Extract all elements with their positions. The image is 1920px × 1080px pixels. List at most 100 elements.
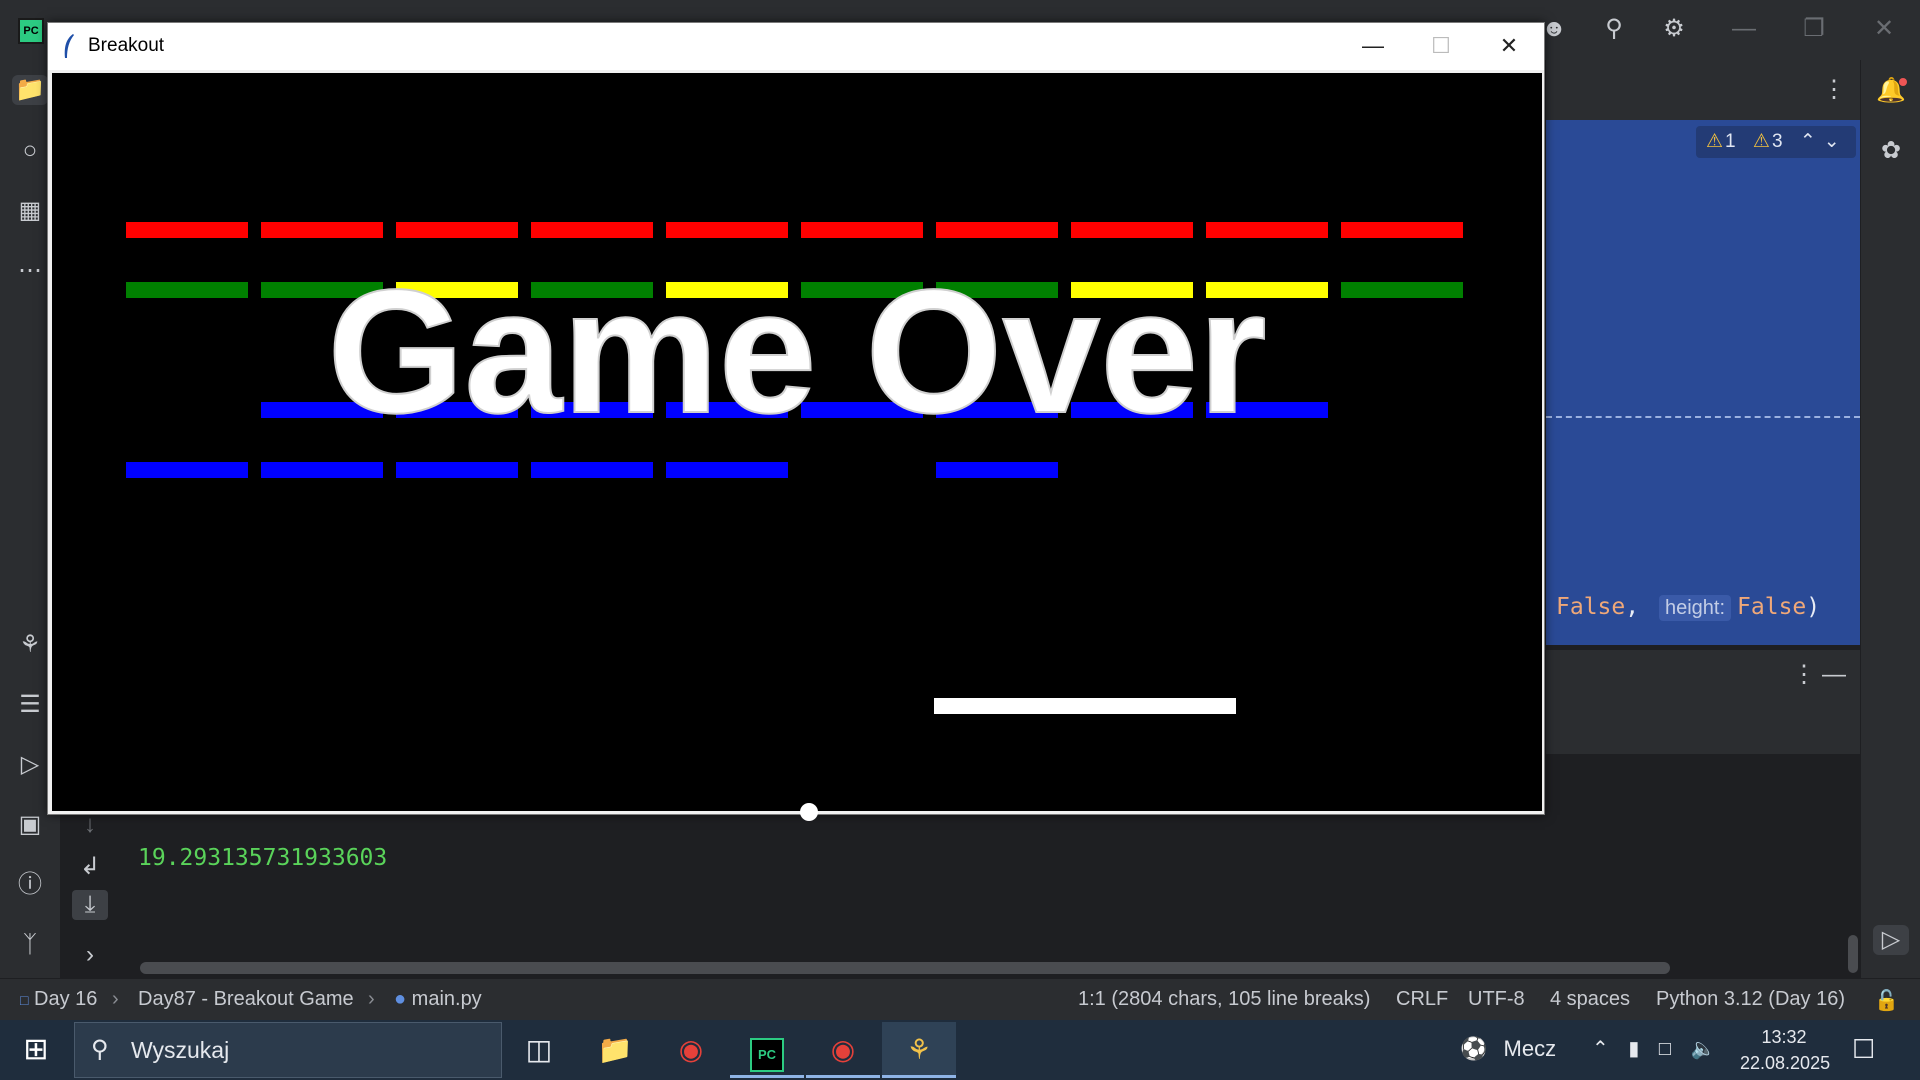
breadcrumb-project[interactable]: □ Day 16 — [20, 988, 97, 1011]
editor-line-separator — [1546, 416, 1860, 418]
weather-widget[interactable]: ⚽ Mecz — [1460, 1036, 1556, 1062]
indent-setting[interactable]: 4 spaces — [1550, 988, 1630, 1011]
error-icon: ⚠ — [1706, 131, 1724, 152]
structure-icon[interactable]: ▦ — [12, 196, 48, 226]
scroll-to-end-icon[interactable]: ⤓ — [72, 890, 108, 920]
brick — [1206, 222, 1328, 238]
tabs-more-icon[interactable]: ⋮ — [1816, 75, 1852, 105]
editor-tab-strip: ⋮ — [1546, 60, 1860, 120]
ide-right-toolbar: 🔔 ✿ ▷ — [1860, 60, 1920, 978]
search-icon[interactable]: ⚲ — [1596, 14, 1632, 44]
paddle[interactable] — [934, 698, 1236, 714]
project-folder-icon[interactable]: 📁 — [12, 75, 48, 105]
python-interpreter[interactable]: Python 3.12 (Day 16) — [1656, 988, 1845, 1011]
python-console-icon[interactable]: ⚘ — [12, 630, 48, 660]
ide-restore-icon[interactable]: ❐ — [1796, 14, 1832, 44]
pycharm-taskbar-icon[interactable]: PC — [730, 1022, 804, 1078]
chrome-profile-icon[interactable]: ◉ — [806, 1022, 880, 1078]
commit-icon[interactable]: ○ — [12, 136, 48, 166]
module-icon: □ — [20, 992, 29, 1008]
code-value-1: False — [1556, 594, 1626, 620]
file-encoding[interactable]: UTF-8 — [1468, 988, 1525, 1011]
game-over-text: Game Over — [326, 254, 1267, 450]
terminal-icon[interactable]: ▣ — [12, 810, 48, 840]
brick — [126, 222, 248, 238]
game-canvas[interactable]: Game Over — [52, 73, 1542, 821]
brick — [396, 222, 518, 238]
brick — [666, 222, 788, 238]
pycharm-logo-icon: PC — [18, 18, 44, 44]
tray-chevron-up-icon[interactable]: ⌃ — [1592, 1038, 1609, 1060]
inspection-widget[interactable]: ⚠ 1 ⚠ 3 ⌃ ⌄ — [1696, 126, 1856, 158]
problems-icon[interactable]: ⓘ — [12, 870, 48, 900]
brick — [531, 222, 653, 238]
settings-gear-icon[interactable]: ⚙ — [1656, 14, 1692, 44]
chrome-icon[interactable]: ◉ — [654, 1022, 728, 1078]
ide-minimize-icon[interactable]: — — [1726, 14, 1762, 44]
services-icon[interactable]: ▷ — [12, 750, 48, 780]
chevron-down-icon[interactable]: ⌄ — [1824, 131, 1840, 152]
status-bar: □ Day 16 › Day87 - Breakout Game › ● mai… — [0, 978, 1920, 1021]
brick — [261, 462, 383, 478]
console-output: 19.293135731933603 — [138, 845, 388, 871]
windows-start-icon[interactable]: ⊞ — [14, 1032, 58, 1068]
brick — [1341, 222, 1463, 238]
caret-position[interactable]: 1:1 (2804 chars, 105 line breaks) — [1078, 988, 1370, 1011]
expand-chevron-icon[interactable]: › — [72, 940, 108, 970]
run-tool-window-header: ⋮ — — [1546, 650, 1860, 754]
maximize-button[interactable]: ☐ — [1408, 23, 1474, 70]
editor-area[interactable] — [1546, 120, 1860, 645]
brick — [666, 462, 788, 478]
meet-now-icon[interactable]: □ — [1659, 1038, 1671, 1060]
weather-text: Mecz — [1503, 1036, 1557, 1061]
notification-dot — [1899, 78, 1907, 86]
clock-date: 22.08.2025 — [1740, 1053, 1831, 1073]
soccer-ball-icon: ⚽ — [1460, 1036, 1488, 1061]
hide-panel-icon[interactable]: — — [1816, 660, 1852, 690]
ide-close-icon[interactable]: ✕ — [1866, 14, 1902, 44]
brick — [261, 222, 383, 238]
breadcrumb-file[interactable]: ● main.py — [394, 988, 482, 1011]
brick — [396, 462, 518, 478]
warning-icon: ⚠ — [1752, 131, 1770, 152]
brick — [1071, 222, 1193, 238]
file-explorer-icon[interactable]: 📁 — [578, 1022, 652, 1078]
minimize-button[interactable]: — — [1340, 23, 1406, 70]
battery-icon[interactable]: ▮ — [1628, 1038, 1639, 1060]
layers-icon[interactable]: ☰ — [12, 690, 48, 720]
soft-wrap-icon[interactable]: ↲ — [72, 852, 108, 882]
console-vertical-scrollbar[interactable] — [1848, 935, 1858, 973]
breadcrumb-folder[interactable]: Day87 - Breakout Game — [138, 988, 354, 1011]
notification-center-icon[interactable]: ☐ — [1852, 1034, 1875, 1065]
run-widget-icon[interactable]: ▷ — [1873, 925, 1909, 955]
volume-icon[interactable]: 🔈 — [1691, 1038, 1716, 1060]
close-button[interactable]: ✕ — [1476, 23, 1542, 70]
code-line[interactable]: False, height: False) — [1556, 594, 1820, 621]
breakout-window: Breakout — ☐ ✕ Game Over — [47, 22, 1545, 821]
parameter-hint: height: — [1658, 595, 1732, 621]
search-placeholder: Wyszukaj — [131, 1037, 230, 1063]
brick — [531, 462, 653, 478]
breakout-title-bar[interactable]: Breakout — ☐ ✕ — [48, 23, 1544, 70]
git-icon[interactable]: ᛉ — [12, 930, 48, 960]
clock[interactable]: 13:32 22.08.2025 — [1740, 1024, 1831, 1076]
window-title: Breakout — [88, 35, 165, 56]
more-tools-icon[interactable]: ⋯ — [12, 256, 48, 286]
system-tray: ⌃ ▮ □ 🔈 — [1592, 1036, 1715, 1061]
brick — [936, 222, 1058, 238]
line-separator[interactable]: CRLF — [1396, 988, 1448, 1011]
ai-assistant-icon[interactable]: ✿ — [1873, 136, 1909, 166]
ball — [800, 803, 818, 821]
console-horizontal-scrollbar[interactable] — [140, 962, 1670, 974]
run-console-tools: ↓ ↲ ⤓ › — [60, 810, 120, 978]
error-count: 1 — [1725, 131, 1736, 152]
python-taskbar-icon[interactable]: ⚘ — [882, 1022, 956, 1078]
taskbar-search[interactable]: ⚲ Wyszukaj — [74, 1022, 502, 1078]
clock-time: 13:32 — [1761, 1027, 1807, 1047]
lock-icon[interactable]: 🔓 — [1874, 988, 1899, 1013]
brick — [936, 462, 1058, 478]
task-view-icon[interactable]: ◫ — [502, 1022, 576, 1078]
code-value-2: False — [1737, 594, 1807, 620]
chevron-up-icon[interactable]: ⌃ — [1800, 131, 1816, 152]
warning-count: 3 — [1771, 131, 1783, 152]
